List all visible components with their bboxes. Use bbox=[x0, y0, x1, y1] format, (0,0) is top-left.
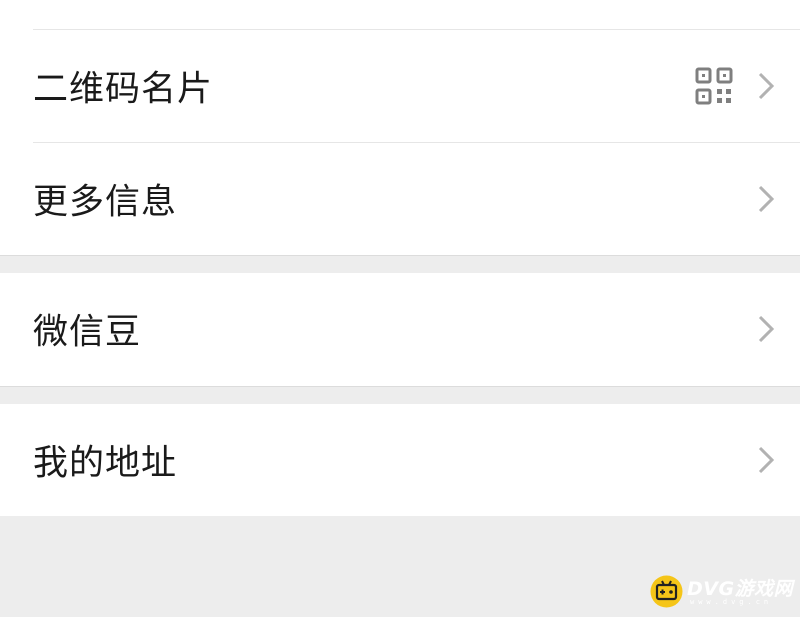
menu-item-my-address[interactable]: 我的地址 bbox=[0, 404, 800, 516]
settings-group-3: 我的地址 bbox=[0, 404, 800, 516]
gamepad-logo-icon bbox=[650, 575, 683, 608]
chevron-right-icon bbox=[758, 446, 775, 474]
settings-group-1: 二维码名片 更多信息 bbox=[0, 0, 800, 255]
settings-group-2: 微信豆 bbox=[0, 273, 800, 386]
watermark: DVG游戏网 www.dvg.cn bbox=[650, 574, 795, 610]
chevron-right-icon bbox=[758, 185, 775, 213]
menu-item-label: 更多信息 bbox=[33, 182, 178, 223]
watermark-url: www.dvg.cn bbox=[690, 598, 773, 606]
menu-item-qr-card[interactable]: 二维码名片 bbox=[0, 30, 800, 142]
menu-item-label: 二维码名片 bbox=[33, 69, 214, 110]
qr-code-icon bbox=[695, 67, 733, 105]
menu-item-label: 我的地址 bbox=[33, 443, 178, 484]
group-separator bbox=[0, 255, 800, 256]
menu-item-label: 微信豆 bbox=[33, 312, 142, 353]
chevron-right-icon bbox=[758, 72, 775, 100]
menu-item-wechat-beans[interactable]: 微信豆 bbox=[0, 273, 800, 385]
group-separator bbox=[0, 386, 800, 387]
chevron-right-icon bbox=[758, 315, 775, 343]
menu-item-more-info[interactable]: 更多信息 bbox=[0, 143, 800, 255]
watermark-brand: DVG游戏网 bbox=[687, 578, 794, 600]
